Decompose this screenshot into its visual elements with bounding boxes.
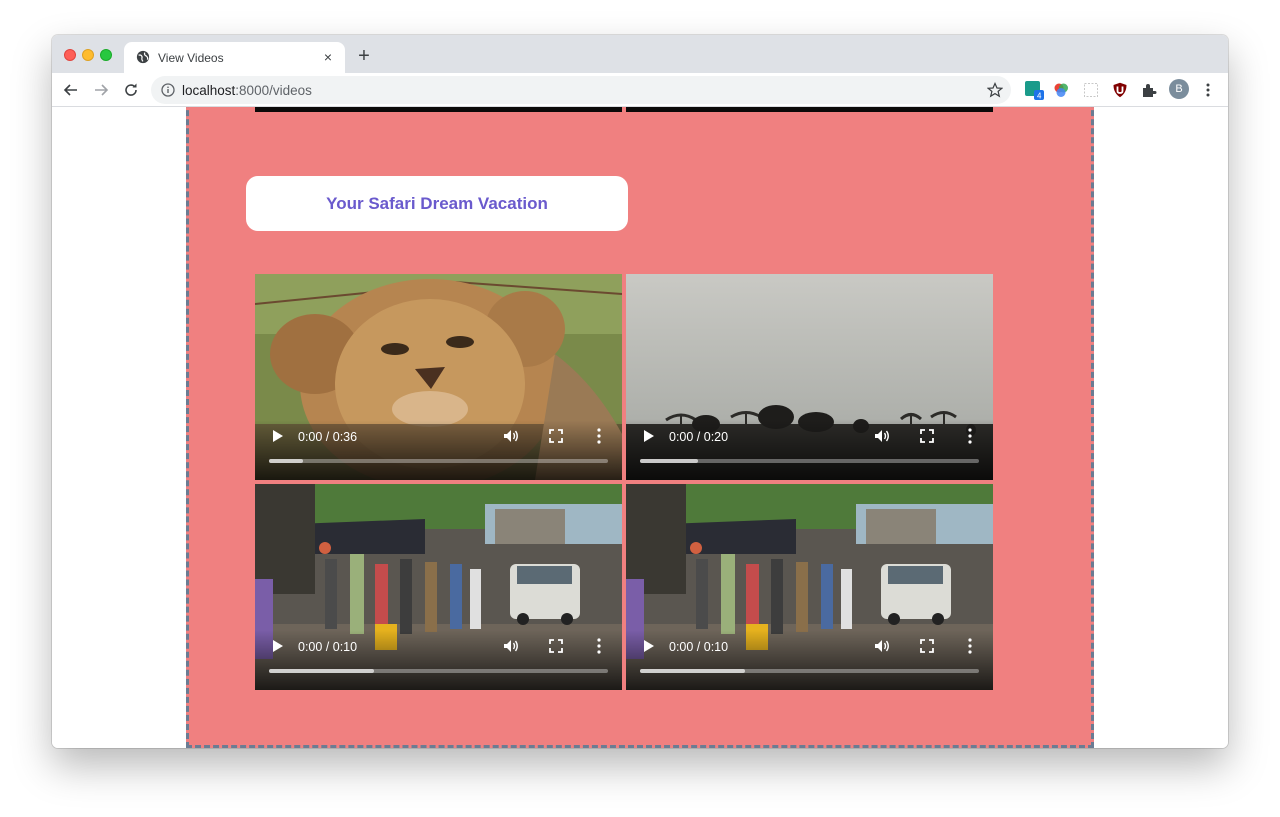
puzzle-extensions-icon[interactable] (1141, 82, 1157, 98)
new-tab-button[interactable]: + (354, 46, 374, 67)
fullscreen-icon[interactable] (549, 429, 563, 443)
time-display: 0:00 / 0:20 (669, 430, 729, 444)
video-player-partial-right[interactable] (626, 107, 993, 112)
tab-title: View Videos (158, 51, 224, 65)
controls-shade (255, 107, 622, 112)
tab-view-videos[interactable]: View Videos × (124, 42, 345, 73)
address-bar[interactable]: localhost:8000/videos (151, 76, 1011, 104)
controls-shade (626, 420, 993, 480)
url-text: localhost:8000/videos (182, 83, 312, 98)
section-heading: Your Safari Dream Vacation (326, 193, 548, 213)
page-viewport[interactable]: Your Safari Dream Vacation 0:00 / 0:36 0… (52, 107, 1228, 748)
video-player-lion[interactable]: 0:00 / 0:36 (255, 274, 622, 480)
more-options-icon[interactable] (597, 638, 601, 654)
translate-extension-icon[interactable]: 4 (1024, 80, 1044, 100)
videos-panel: Your Safari Dream Vacation 0:00 / 0:36 0… (186, 107, 1094, 748)
menu-kebab-icon[interactable] (1200, 82, 1216, 98)
fullscreen-icon[interactable] (920, 639, 934, 653)
buffered-bar (640, 459, 698, 463)
progress-track[interactable] (269, 459, 608, 463)
maximize-window-button[interactable] (100, 49, 112, 61)
svg-text:4: 4 (1037, 92, 1042, 101)
browser-window: View Videos × + localhost:8000/videos 4 … (52, 35, 1228, 748)
volume-icon[interactable] (874, 638, 890, 654)
reload-icon[interactable] (122, 81, 140, 99)
volume-icon[interactable] (874, 428, 890, 444)
volume-icon[interactable] (503, 638, 519, 654)
play-icon[interactable] (271, 429, 285, 443)
minimize-window-button[interactable] (82, 49, 94, 61)
progress-track[interactable] (640, 669, 979, 673)
play-icon[interactable] (642, 429, 656, 443)
bookmark-star-icon[interactable] (987, 82, 1003, 98)
controls-shade (255, 630, 622, 690)
fullscreen-icon[interactable] (549, 639, 563, 653)
close-window-button[interactable] (64, 49, 76, 61)
fullscreen-icon[interactable] (920, 429, 934, 443)
video-player-partial-left[interactable] (255, 107, 622, 112)
ublock-extension-icon[interactable] (1112, 82, 1128, 98)
time-display: 0:00 / 0:10 (669, 640, 729, 654)
video-player-market-left[interactable]: 0:00 / 0:10 (255, 484, 622, 690)
back-arrow-icon[interactable] (62, 81, 80, 99)
section-heading-card: Your Safari Dream Vacation (246, 176, 628, 231)
controls-shade (255, 420, 622, 480)
tab-close-icon[interactable]: × (319, 48, 337, 66)
progress-track[interactable] (269, 669, 608, 673)
more-options-icon[interactable] (597, 428, 601, 444)
controls-shade (626, 107, 993, 112)
play-icon[interactable] (642, 639, 656, 653)
profile-avatar[interactable]: B (1169, 79, 1189, 99)
buffered-bar (640, 669, 746, 673)
browser-toolbar: localhost:8000/videos 4 B (52, 73, 1228, 107)
color-picker-extension-icon[interactable] (1053, 82, 1069, 98)
time-display: 0:00 / 0:36 (298, 430, 358, 444)
buffered-bar (269, 459, 303, 463)
time-display: 0:00 / 0:10 (298, 640, 358, 654)
buffered-bar (269, 669, 375, 673)
progress-track[interactable] (640, 459, 979, 463)
volume-icon[interactable] (503, 428, 519, 444)
more-options-icon[interactable] (968, 638, 972, 654)
globe-icon (136, 50, 150, 64)
forward-arrow-icon[interactable] (92, 81, 110, 99)
video-player-market-right[interactable]: 0:00 / 0:10 (626, 484, 993, 690)
blank-extension-icon[interactable] (1083, 82, 1099, 98)
video-player-wildebeest[interactable]: 0:00 / 0:20 (626, 274, 993, 480)
controls-shade (626, 630, 993, 690)
play-icon[interactable] (271, 639, 285, 653)
more-options-icon[interactable] (968, 428, 972, 444)
site-info-icon[interactable] (161, 83, 175, 97)
tab-bar: View Videos × + (52, 35, 1228, 73)
